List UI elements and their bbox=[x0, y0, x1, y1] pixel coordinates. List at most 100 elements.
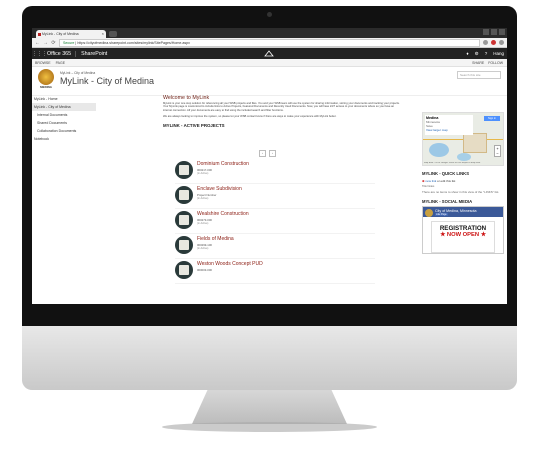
site-header: MEDINA MyLink – City of Medina MyLink - … bbox=[32, 67, 507, 96]
project-title[interactable]: Dominium Construction bbox=[197, 161, 249, 167]
follow-button[interactable]: FOLLOW bbox=[488, 61, 503, 65]
map-zoom-control[interactable]: + − bbox=[494, 145, 501, 157]
nav-item-medina[interactable]: MyLink - City of Medina bbox=[32, 103, 96, 111]
project-title[interactable]: Enclave Subdivision bbox=[197, 186, 242, 192]
new-link-button[interactable]: new link bbox=[425, 179, 436, 183]
quick-links-columns: Title Notes bbox=[422, 185, 435, 188]
project-icon bbox=[175, 211, 193, 229]
poster-line-1: REGISTRATION bbox=[439, 225, 487, 232]
maximize-icon[interactable] bbox=[491, 29, 497, 35]
nav-item-collab-docs[interactable]: Collaboration Documents bbox=[32, 127, 96, 135]
browser-tab[interactable]: MyLink - City of Medina × bbox=[36, 30, 106, 38]
forward-icon[interactable]: → bbox=[43, 40, 48, 46]
nav-item-home[interactable]: MyLink - Home bbox=[32, 95, 96, 103]
help-icon[interactable]: ? bbox=[485, 51, 488, 56]
imac-monitor: MyLink - City of Medina × ← → ⟳ Secure |… bbox=[22, 6, 517, 432]
ribbon-page[interactable]: PAGE bbox=[56, 61, 65, 65]
logo-text: MEDINA bbox=[40, 85, 52, 89]
prev-page-button[interactable]: ‹ bbox=[259, 150, 266, 157]
list-item[interactable]: Wealshire Construction 000273-000 (in Ac… bbox=[175, 209, 375, 234]
feedback-paragraph: We are always looking to improve the sys… bbox=[163, 115, 337, 119]
new-tab-button[interactable] bbox=[109, 31, 117, 37]
project-title[interactable]: Weston Woods Concept PUD bbox=[197, 261, 263, 267]
quick-launch-nav: MyLink - Home MyLink - City of Medina In… bbox=[32, 95, 96, 143]
notifications-icon[interactable]: ♦ bbox=[466, 51, 468, 56]
office-suite-bar: ⋮⋮⋮ Office 365 SharePoint ♦ ⚙ ? Hang bbox=[32, 48, 507, 59]
welcome-paragraph: MyLink is your one stop solution for ref… bbox=[163, 102, 400, 112]
extension-icon[interactable] bbox=[491, 40, 496, 45]
settings-icon[interactable]: ⚙ bbox=[475, 51, 479, 57]
monitor-bezel: MyLink - City of Medina × ← → ⟳ Secure |… bbox=[22, 6, 517, 326]
sharepoint-label[interactable]: SharePoint bbox=[75, 50, 107, 57]
nav-item-shared-docs[interactable]: Shared Documents bbox=[32, 119, 96, 127]
project-icon bbox=[175, 236, 193, 254]
star-icon[interactable] bbox=[483, 40, 488, 45]
map-signin-button[interactable]: Sign in bbox=[484, 116, 500, 121]
url-field[interactable]: Secure | https://cityofmedina.sharepoint… bbox=[59, 38, 480, 47]
site-title[interactable]: MyLink - City of Medina bbox=[60, 76, 154, 86]
next-page-button[interactable]: › bbox=[269, 150, 276, 157]
sp-ribbon: BROWSE PAGE SHARE FOLLOW bbox=[32, 59, 507, 67]
stand-shadow bbox=[162, 422, 377, 432]
welcome-heading: Welcome to MyLink bbox=[163, 95, 210, 101]
window-controls bbox=[483, 29, 505, 35]
medina-logo[interactable]: MEDINA bbox=[37, 69, 55, 91]
ribbon-right: SHARE FOLLOW bbox=[472, 59, 503, 66]
project-status: (in Active) bbox=[197, 247, 209, 250]
quick-links-empty-message: There are no items to show in this view … bbox=[422, 190, 500, 194]
breadcrumb[interactable]: MyLink – City of Medina bbox=[60, 71, 95, 75]
list-item[interactable]: Weston Woods Concept PUD 000003-000 bbox=[175, 259, 375, 284]
close-window-icon[interactable] bbox=[499, 29, 505, 35]
list-item[interactable]: Fields of Medina 000299-100 (in Active) bbox=[175, 234, 375, 259]
list-item[interactable]: Dominium Construction 000217-000 (in Act… bbox=[175, 159, 375, 184]
google-map[interactable]: Medina Minnesota Save View larger map Si… bbox=[422, 112, 504, 166]
facebook-page-name[interactable]: City of Medina, Minnesota bbox=[435, 209, 477, 213]
map-lake bbox=[457, 153, 471, 161]
quick-links-heading: MYLINK - QUICK LINKS bbox=[422, 171, 469, 176]
poster-line-2: ★ NOW OPEN ★ bbox=[440, 232, 486, 238]
project-icon bbox=[175, 261, 193, 279]
address-bar-row: ← → ⟳ Secure | https://cityofmedina.shar… bbox=[32, 38, 507, 48]
facebook-like-button[interactable]: Like Page bbox=[435, 213, 448, 216]
menu-icon[interactable] bbox=[499, 40, 504, 45]
quick-links-actions: ⊕ new link or edit this list bbox=[422, 179, 502, 183]
view-larger-map-link[interactable]: View larger map bbox=[426, 128, 472, 132]
secure-label: Secure bbox=[63, 40, 75, 45]
close-tab-icon[interactable]: × bbox=[102, 30, 104, 38]
user-name[interactable]: Hang bbox=[493, 51, 504, 56]
map-footer: Map data ©2018 Google Terms of Use Repor… bbox=[424, 162, 481, 164]
camera bbox=[267, 12, 272, 17]
project-pager: ‹ › bbox=[259, 150, 276, 157]
project-title[interactable]: Wealshire Construction bbox=[197, 211, 249, 217]
browser-tab-bar: MyLink - City of Medina × bbox=[32, 28, 507, 38]
facebook-widget[interactable]: City of Medina, Minnesota Like Page REGI… bbox=[422, 206, 504, 254]
ribbon-browse[interactable]: BROWSE bbox=[35, 61, 51, 65]
app-launcher-icon[interactable]: ⋮⋮⋮ bbox=[32, 51, 47, 57]
monitor-stand bbox=[192, 390, 347, 424]
project-title[interactable]: Fields of Medina bbox=[197, 236, 234, 242]
share-button[interactable]: SHARE bbox=[472, 61, 484, 65]
map-town-area bbox=[463, 133, 487, 153]
project-status: (in Active) bbox=[197, 172, 209, 175]
office365-label[interactable]: Office 365 bbox=[43, 51, 75, 57]
edit-list-link[interactable]: or edit this list bbox=[437, 179, 455, 183]
tab-title: MyLink - City of Medina bbox=[42, 32, 79, 36]
nav-item-internal-docs[interactable]: Internal Documents bbox=[32, 111, 96, 119]
reload-icon[interactable]: ⟳ bbox=[51, 40, 56, 46]
site-search-input[interactable]: Search this site bbox=[457, 71, 501, 79]
suite-right-controls: ♦ ⚙ ? Hang bbox=[466, 48, 504, 59]
project-icon bbox=[175, 186, 193, 204]
minimize-icon[interactable] bbox=[483, 29, 489, 35]
back-icon[interactable]: ← bbox=[35, 40, 40, 46]
favicon-icon bbox=[37, 32, 41, 36]
list-item[interactable]: Enclave Subdivision Project Number (in A… bbox=[175, 184, 375, 209]
project-icon bbox=[175, 161, 193, 179]
facebook-avatar bbox=[425, 209, 433, 217]
right-column: Medina Minnesota Save View larger map Si… bbox=[422, 112, 504, 254]
url-text: https://cityofmedina.sharepoint.com/site… bbox=[77, 40, 190, 45]
nav-item-notebook[interactable]: Notebook bbox=[32, 135, 96, 143]
social-heading: MYLINK - SOCIAL MEDIA bbox=[422, 199, 473, 204]
map-lake bbox=[429, 143, 449, 157]
registration-poster: REGISTRATION ★ NOW OPEN ★ bbox=[431, 221, 495, 253]
project-number: 000003-000 bbox=[197, 268, 212, 272]
